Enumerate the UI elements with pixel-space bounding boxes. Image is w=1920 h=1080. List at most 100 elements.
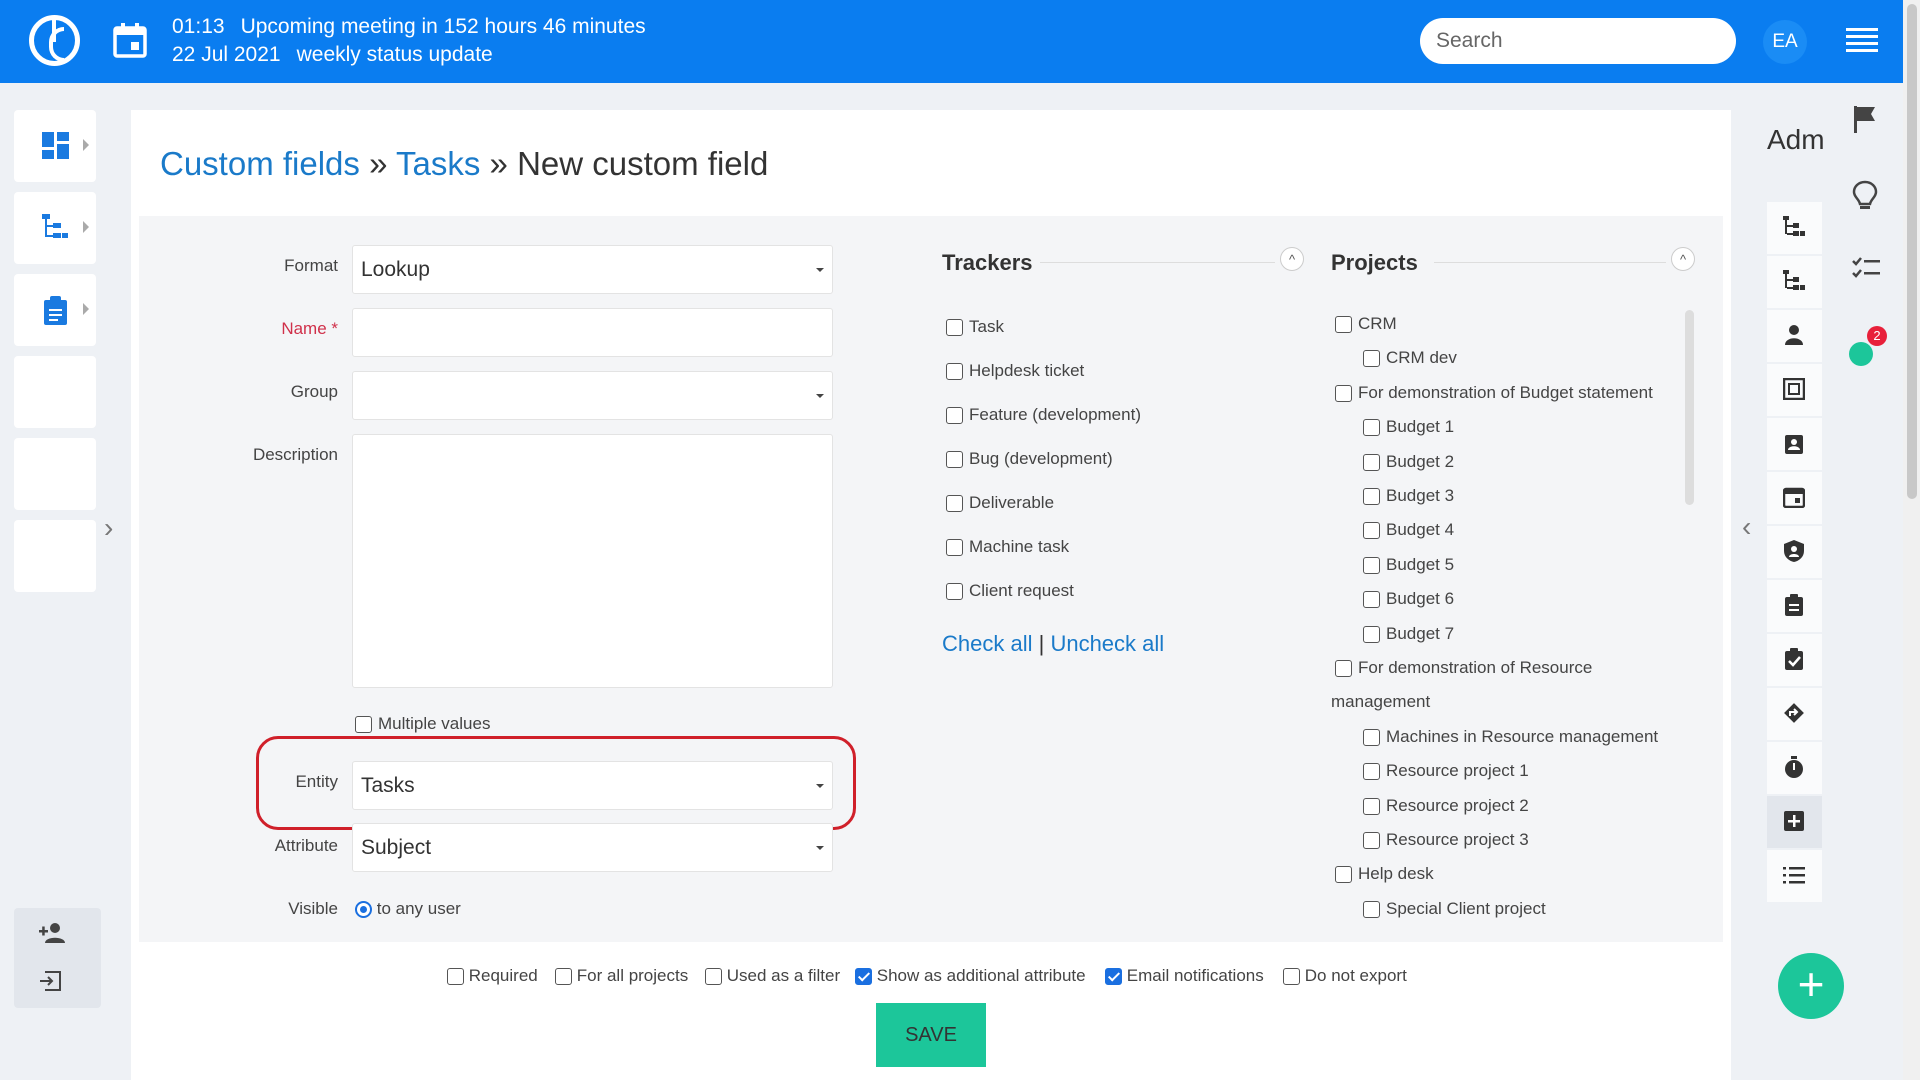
project-checkbox-item[interactable]: Help desk: [1335, 864, 1434, 884]
email-notifications-checkbox[interactable]: Email notifications: [1105, 966, 1264, 986]
projects-tree-nav-button[interactable]: [14, 192, 96, 264]
tracker-checkbox-item[interactable]: Bug (development): [946, 449, 1113, 469]
breadcrumb-tasks-link[interactable]: Tasks: [396, 145, 480, 182]
checkbox[interactable]: [1363, 625, 1380, 643]
flag-button[interactable]: [1843, 100, 1887, 176]
admin-list-button[interactable]: [1767, 850, 1822, 902]
show-additional-checkbox[interactable]: Show as additional attribute: [855, 966, 1086, 986]
checkbox[interactable]: [1363, 453, 1380, 471]
ideas-button[interactable]: [1843, 176, 1887, 252]
sidebar-expand-chevron-icon[interactable]: ›: [104, 512, 113, 544]
dashboard-nav-button[interactable]: [14, 110, 96, 182]
checkbox[interactable]: [946, 407, 963, 425]
admin-directions-button[interactable]: [1767, 688, 1822, 740]
sidebar-slot-empty[interactable]: [14, 438, 96, 510]
checkbox[interactable]: [447, 968, 464, 986]
admin-timer-button[interactable]: [1767, 742, 1822, 794]
upcoming-meeting[interactable]: 01:13 Upcoming meeting in 152 hours 46 mi…: [172, 13, 662, 69]
radio-button[interactable]: [355, 901, 372, 919]
checkbox[interactable]: [355, 716, 372, 734]
app-logo-icon[interactable]: [29, 15, 80, 66]
panel-collapse-chevron-icon[interactable]: ‹: [1742, 511, 1751, 543]
project-checkbox-item[interactable]: For demonstration of Budget statement: [1335, 383, 1653, 403]
collapse-trackers-chevron-icon[interactable]: ^: [1280, 247, 1304, 271]
add-user-icon[interactable]: [38, 922, 66, 944]
checkbox[interactable]: [946, 495, 963, 513]
checkbox[interactable]: [1363, 419, 1380, 437]
checkbox[interactable]: [1363, 728, 1380, 746]
timer-icon[interactable]: [1849, 342, 1873, 366]
check-all-link[interactable]: Check all: [942, 631, 1032, 656]
save-button[interactable]: SAVE: [876, 1003, 986, 1067]
used-as-filter-checkbox[interactable]: Used as a filter: [705, 966, 840, 986]
project-checkbox-item[interactable]: CRM: [1335, 314, 1397, 334]
checkbox[interactable]: [946, 319, 963, 337]
project-checkbox-item[interactable]: Budget 5: [1363, 555, 1454, 575]
user-avatar[interactable]: EA: [1763, 20, 1807, 64]
project-checkbox-item[interactable]: Budget 1: [1363, 417, 1454, 437]
collapse-projects-chevron-icon[interactable]: ^: [1671, 247, 1695, 271]
checkbox[interactable]: [1283, 968, 1300, 986]
breadcrumb-custom-fields-link[interactable]: Custom fields: [160, 145, 360, 182]
do-not-export-checkbox[interactable]: Do not export: [1283, 966, 1407, 986]
project-checkbox-item[interactable]: Budget 6: [1363, 589, 1454, 609]
checkbox[interactable]: [1335, 316, 1352, 334]
for-all-projects-checkbox[interactable]: For all projects: [555, 966, 688, 986]
project-checkbox-item[interactable]: Budget 7: [1363, 624, 1454, 644]
projects-scrollbar[interactable]: [1685, 310, 1694, 505]
admin-add-button[interactable]: [1767, 796, 1822, 848]
sidebar-slot-empty[interactable]: [14, 356, 96, 428]
checkbox[interactable]: [1363, 522, 1380, 540]
group-select[interactable]: [352, 371, 833, 420]
checkbox[interactable]: [1363, 832, 1380, 850]
checkbox[interactable]: [1363, 900, 1380, 918]
sidebar-slot-empty[interactable]: [14, 520, 96, 592]
add-fab-button[interactable]: +: [1778, 953, 1844, 1019]
admin-tree-button[interactable]: [1767, 202, 1822, 254]
entity-select[interactable]: Tasks: [352, 761, 833, 810]
project-checkbox-item[interactable]: Resource project 3: [1363, 830, 1529, 850]
logout-icon[interactable]: [39, 971, 61, 991]
admin-security-button[interactable]: [1767, 526, 1822, 578]
tasks-nav-button[interactable]: [14, 274, 96, 346]
project-checkbox-item[interactable]: Budget 4: [1363, 520, 1454, 540]
search-input[interactable]: [1420, 18, 1736, 64]
checkbox[interactable]: [946, 363, 963, 381]
checkbox[interactable]: [1363, 591, 1380, 609]
uncheck-all-link[interactable]: Uncheck all: [1050, 631, 1164, 656]
page-scrollbar[interactable]: [1903, 0, 1920, 1080]
admin-users-button[interactable]: [1767, 310, 1822, 362]
checkbox[interactable]: [946, 451, 963, 469]
tracker-checkbox-item[interactable]: Feature (development): [946, 405, 1141, 425]
admin-tree-button[interactable]: [1767, 256, 1822, 308]
calendar-icon[interactable]: [113, 22, 147, 58]
checklist-button[interactable]: [1843, 252, 1887, 328]
project-checkbox-item[interactable]: Budget 3: [1363, 486, 1454, 506]
attribute-select[interactable]: Subject: [352, 823, 833, 872]
multiple-values-checkbox[interactable]: Multiple values: [355, 714, 490, 734]
format-select[interactable]: Lookup: [352, 245, 833, 294]
description-textarea[interactable]: [352, 434, 833, 688]
admin-contacts-button[interactable]: [1767, 418, 1822, 470]
checkbox[interactable]: [1335, 384, 1352, 402]
tracker-checkbox-item[interactable]: Deliverable: [946, 493, 1054, 513]
checkbox[interactable]: [1363, 763, 1380, 781]
required-checkbox[interactable]: Required: [447, 966, 538, 986]
admin-layout-button[interactable]: [1767, 364, 1822, 416]
tracker-checkbox-item[interactable]: Client request: [946, 581, 1074, 601]
checkbox-checked[interactable]: [855, 968, 872, 986]
checkbox[interactable]: [946, 539, 963, 557]
checkbox-checked[interactable]: [1105, 968, 1122, 986]
checkbox[interactable]: [1335, 660, 1352, 678]
project-checkbox-item[interactable]: Machines in Resource management: [1363, 727, 1658, 747]
checkbox[interactable]: [1363, 797, 1380, 815]
checkbox[interactable]: [1363, 488, 1380, 506]
checkbox[interactable]: [555, 968, 572, 986]
admin-checklist-button[interactable]: [1767, 634, 1822, 686]
tracker-checkbox-item[interactable]: Machine task: [946, 537, 1069, 557]
checkbox[interactable]: [705, 968, 722, 986]
project-checkbox-item[interactable]: Special Client project: [1363, 899, 1546, 919]
checkbox[interactable]: [946, 583, 963, 601]
menu-icon[interactable]: [1846, 28, 1878, 52]
checkbox[interactable]: [1363, 556, 1380, 574]
